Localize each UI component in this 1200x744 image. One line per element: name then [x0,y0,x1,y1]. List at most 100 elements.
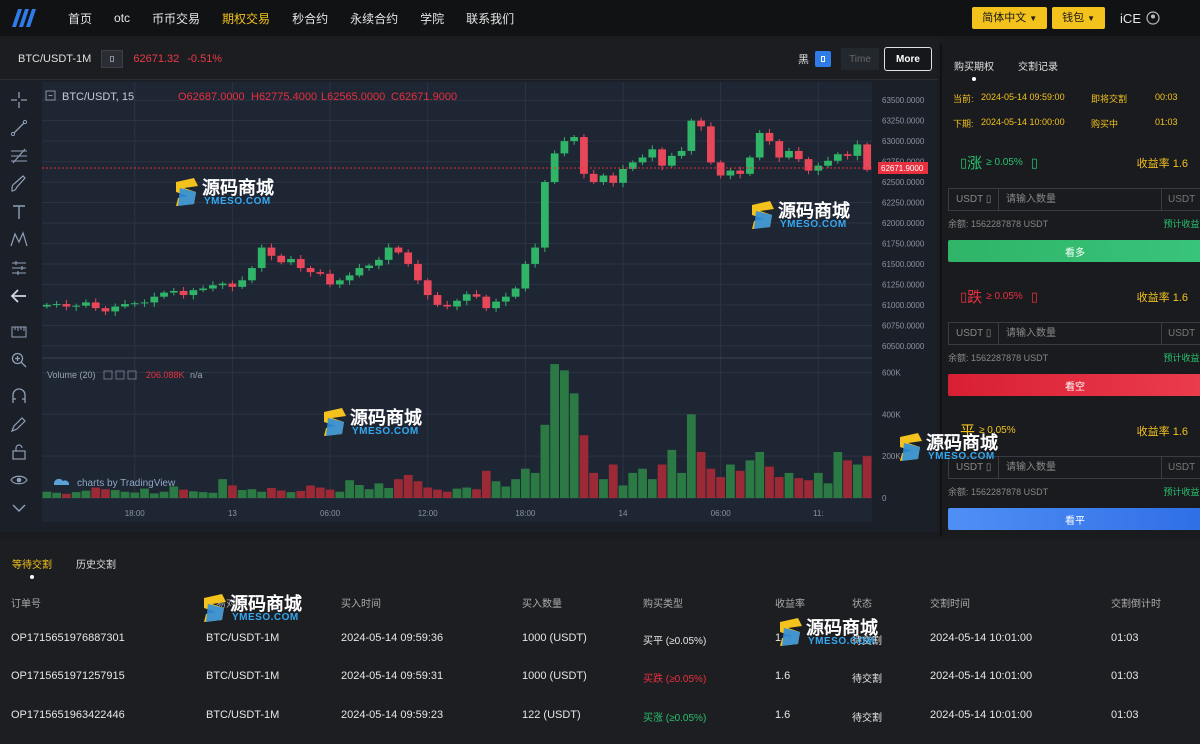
candle-body [863,144,871,170]
user-icon[interactable] [1146,11,1160,25]
nav-perpetual[interactable]: 永续合约 [350,10,398,27]
nav-spot[interactable]: 币币交易 [152,10,200,27]
nav-home[interactable]: 首页 [68,10,92,27]
ruler-tool[interactable] [9,322,29,342]
chart-legend: BTC/USDT, 15 O62687.0000 H62775.4000 L62… [45,90,457,103]
price-tick-label: 63500.0000 [882,96,925,105]
candle-body [638,157,647,163]
order-qty: 1000 (USDT) [522,670,587,682]
nav-academy[interactable]: 学院 [420,10,444,27]
buy-down-button[interactable]: 看空 [948,374,1200,396]
order-buy-time: 2024-05-14 09:59:31 [341,670,444,682]
volume-bar [696,451,706,498]
option-up-amount-input[interactable] [999,189,1161,210]
order-qty: 1000 (USDT) [522,632,587,644]
watermark-logo-icon [324,408,346,436]
unit-selector[interactable]: USDT ▯ [949,189,999,210]
buy-flat-button[interactable]: 看平 [948,508,1200,530]
theme-toggle[interactable] [815,51,831,67]
magnet-tool[interactable] [9,386,29,406]
order-yield: 1.6 [775,709,791,721]
volume-bar [81,490,91,498]
zoom-tool[interactable] [9,350,29,370]
trendline-tool[interactable] [9,118,29,138]
time-button[interactable]: Time [841,48,879,70]
symbol-label[interactable]: BTC/USDT-1M [18,53,91,65]
unit-suffix: USDT [1161,457,1200,478]
time-tick-label: 13 [228,509,237,518]
volume-bar [833,451,843,498]
buy-up-button[interactable]: 看多 [948,240,1200,262]
volume-bar [647,479,657,498]
watermark-en: YMESO.COM [808,636,875,647]
candle-body [384,247,393,260]
candle-body [492,301,500,309]
orders-tabs: 等待交割 历史交割 [12,556,140,579]
option-down-amount: USDT ▯ USDT [948,322,1200,345]
candle-body [667,155,676,166]
fib-tool[interactable] [9,146,29,166]
tab-settlement-history[interactable]: 历史交割 [76,556,116,571]
volume-bar [667,449,677,498]
candle-body [482,296,491,309]
yield-label: 收益率 [1136,291,1170,304]
nav-contact[interactable]: 联系我们 [466,10,514,27]
watermark-logo-icon [900,433,922,461]
tab-buy-option[interactable]: 购买期权 [954,58,994,81]
brush-icon [11,175,26,192]
candle-body [619,168,627,183]
volume-bar [716,477,726,498]
symbol-selector[interactable] [101,49,124,68]
balance-value: 1562287878 USDT [971,353,1049,363]
language-button[interactable]: 简体中文 ▼ [972,7,1048,29]
volume-tick-label: 400K [882,410,901,419]
option-down-amount-input[interactable] [999,323,1161,344]
lock-drawing-tool[interactable] [9,414,29,434]
wallet-button[interactable]: 钱包 ▼ [1052,7,1106,29]
nav-options[interactable]: 期权交易 [222,10,270,27]
volume-bar [852,464,862,498]
column-header: 交割时间 [930,599,970,610]
unit-suffix: USDT [1161,189,1200,210]
order-type: 买涨 (≥0.05%) [643,713,707,724]
candlestick-chart[interactable]: 63500.000063250.000063000.000062750.0000… [40,82,938,532]
lock-tool[interactable] [9,442,29,462]
visibility-tool[interactable] [9,470,29,490]
option-up-row[interactable]: ▯ 涨 ≥ 0.05% ▯ 收益率 1.6 [960,152,1200,173]
volume-bar [745,460,755,498]
order-id: OP1715651963422446 [11,709,125,721]
brush-tool[interactable] [9,174,29,194]
nav-second-contract[interactable]: 秒合约 [292,10,328,27]
pattern-icon [10,231,28,247]
option-flat-yield: 收益率 1.6 [1137,423,1188,439]
candle-body [843,154,852,156]
next-label: 下期: [953,119,974,129]
time-tick-label: 18:00 [125,509,146,518]
option-flat-amount-input[interactable] [999,457,1161,478]
back-tool[interactable] [9,286,29,306]
volume-bar [374,483,384,498]
tab-pending-settlement[interactable]: 等待交割 [12,556,52,579]
option-down-row[interactable]: ▯ 跌 ≥ 0.05% ▯ 收益率 1.6 [960,286,1200,307]
user-name[interactable]: iCE [1120,11,1141,26]
measure-icon [11,326,27,338]
volume-bar [774,477,784,498]
more-button[interactable]: More [884,47,932,71]
crosshair-tool[interactable] [9,90,29,110]
price-tick-label: 63000.0000 [882,137,925,146]
nav-otc[interactable]: otc [114,11,130,25]
watermark-logo-icon [780,618,802,646]
site-logo[interactable] [0,0,46,36]
collapse-tool[interactable] [9,498,29,518]
volume-bar [628,472,638,498]
option-flat-balance: 余额: 1562287878 USDT 预计收益: [948,485,1200,498]
tab-settlement-record[interactable]: 交割记录 [1018,58,1058,73]
text-tool[interactable] [9,202,29,222]
candle-body [755,132,764,158]
attribution-text: charts by TradingView [77,478,176,489]
pattern-tool[interactable] [9,230,29,250]
measure-tool[interactable] [9,258,29,278]
volume-bar [520,468,530,498]
unit-selector[interactable]: USDT ▯ [949,323,999,344]
order-type: 买平 (≥0.05%) [643,636,707,647]
